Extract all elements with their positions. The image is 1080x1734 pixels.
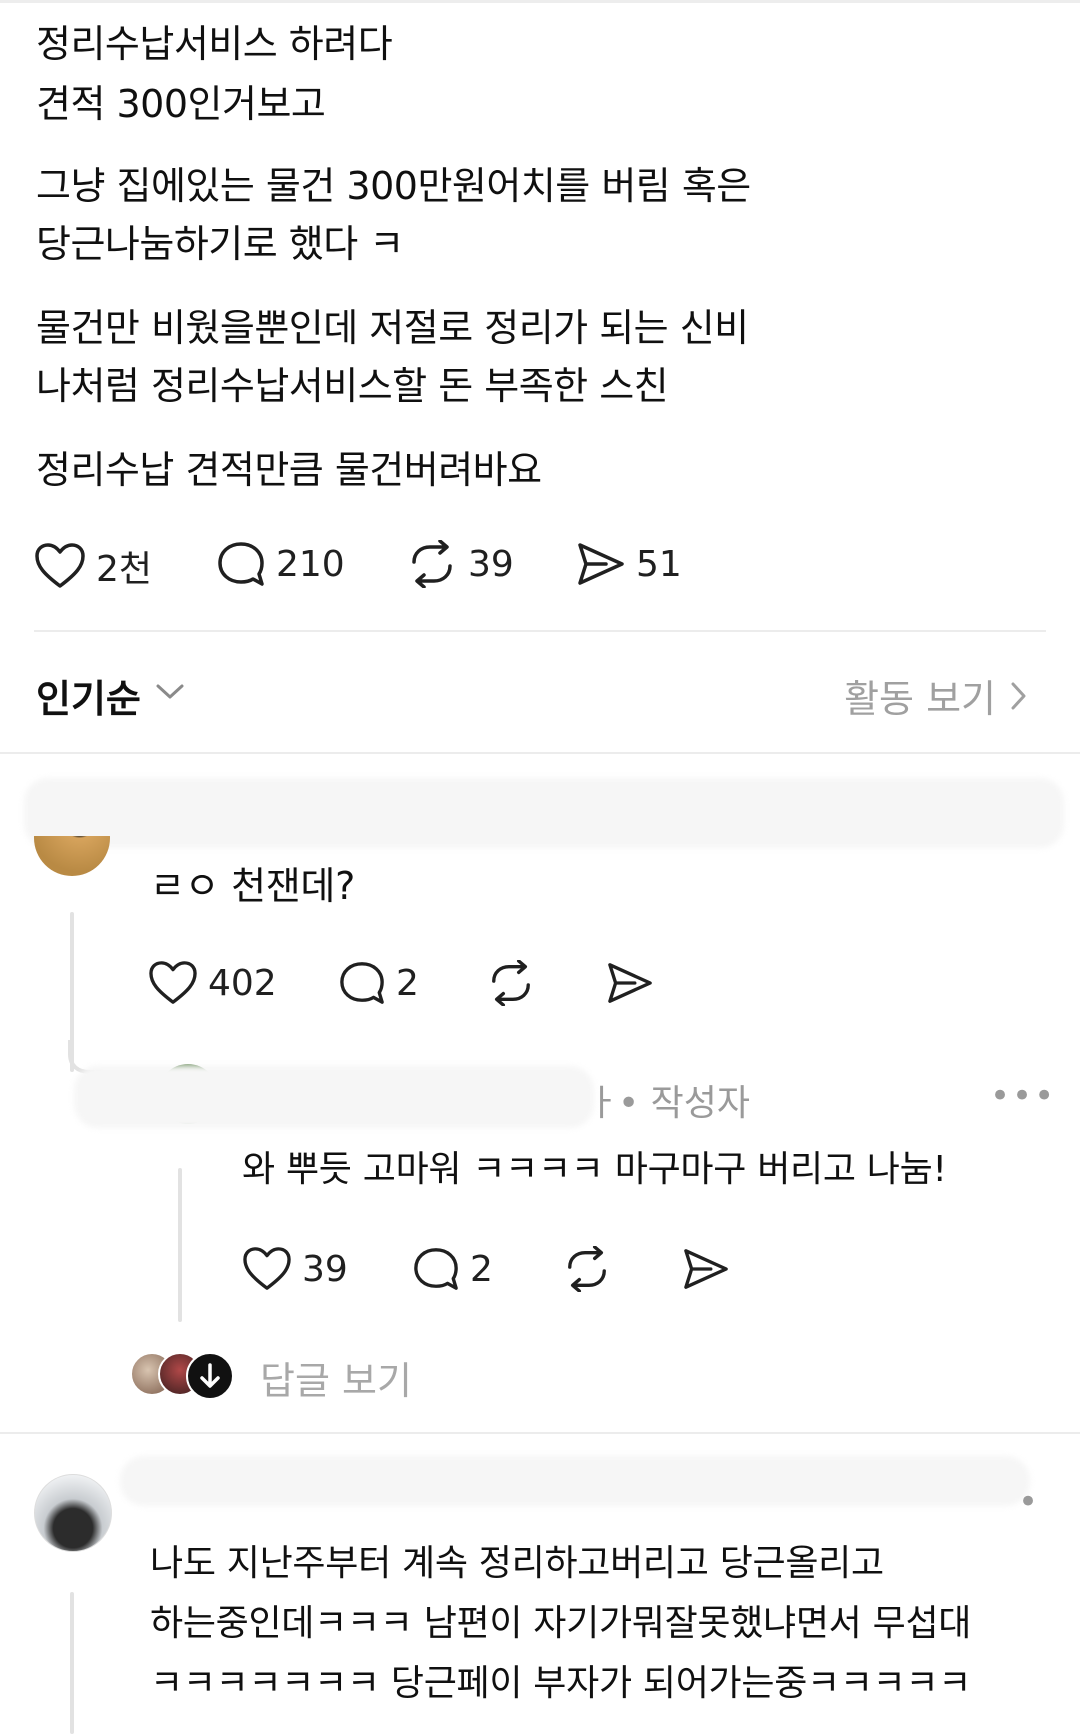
more-options-button[interactable]: ••• — [990, 1076, 1056, 1116]
redacted-author — [24, 778, 1064, 848]
like-count: 402 — [208, 962, 277, 1004]
reply-count: 2 — [396, 962, 419, 1004]
author-badge: • 작성자 — [618, 1083, 751, 1124]
view-activity-label: 활동 보기 — [844, 677, 996, 721]
like-button[interactable]: 39 — [242, 1246, 348, 1292]
redacted-author — [74, 1066, 594, 1128]
send-icon — [578, 543, 624, 585]
like-count: 2천 — [96, 549, 153, 590]
comment-bubble-icon — [340, 962, 384, 1004]
share-button[interactable]: 51 — [576, 540, 682, 588]
heart-icon — [149, 961, 197, 1004]
comment-count: 210 — [276, 543, 345, 585]
comment-button[interactable]: 2 — [338, 960, 419, 1006]
repost-button[interactable] — [486, 960, 536, 1006]
comment-text-line: 하는중인데ㅋㅋㅋ 남편이 자기가뭐잘못했냐면서 무섭대 — [150, 1603, 972, 1644]
reply-count: 2 — [470, 1248, 493, 1290]
post-divider — [34, 630, 1046, 632]
post-text-line: 나처럼 정리수납서비스할 돈 부족한 스친 — [36, 364, 669, 408]
comment-button[interactable]: 2 — [412, 1246, 493, 1292]
reply-text: 와 뿌듯 고마워 ㅋㅋㅋㅋ 마구마구 버리고 나눔! — [242, 1149, 947, 1190]
thread-line — [178, 1168, 182, 1322]
thread-line — [70, 1592, 74, 1734]
section-divider — [0, 1432, 1080, 1434]
send-icon — [684, 1249, 728, 1289]
view-replies-label: 답글 보기 — [260, 1359, 412, 1403]
arrow-down-circle-icon — [186, 1352, 234, 1400]
chevron-down-icon — [156, 684, 184, 699]
heart-icon — [35, 543, 85, 588]
top-edge — [0, 0, 1080, 3]
comment-bubble-icon — [218, 542, 264, 586]
share-button[interactable] — [606, 960, 654, 1006]
like-button[interactable]: 402 — [148, 960, 277, 1006]
comment-text-line: 나도 지난주부터 계속 정리하고버리고 당근올리고 — [150, 1543, 884, 1584]
comment-text-line: ㅋㅋㅋㅋㅋㅋㅋ 당근페이 부자가 되어가는중ㅋㅋㅋㅋㅋ — [150, 1663, 972, 1704]
more-options-button[interactable]: • — [1018, 1482, 1040, 1522]
view-activity-link[interactable]: 활동 보기 — [844, 668, 1028, 723]
comment-text: ㄹㅇ 천잰데? — [150, 864, 355, 908]
comment-button[interactable]: 210 — [216, 540, 345, 588]
avatar[interactable] — [34, 1474, 112, 1552]
share-count: 51 — [636, 543, 682, 585]
post-text-line: 정리수납서비스 하려다 — [36, 22, 393, 66]
repost-icon — [568, 1246, 606, 1292]
author-name-fragment: ㅏ — [586, 1083, 620, 1124]
sort-label: 인기순 — [36, 677, 141, 721]
like-count: 39 — [302, 1248, 348, 1290]
repost-icon — [412, 540, 452, 588]
repost-button[interactable]: 39 — [406, 540, 514, 588]
comment-bubble-icon — [414, 1248, 458, 1290]
post-text-line: 정리수납 견적만큼 물건버려바요 — [36, 448, 542, 492]
post-text-line: 물건만 비웠을뿐인데 저절로 정리가 되는 신비 — [36, 306, 749, 350]
like-button[interactable]: 2천 — [34, 540, 152, 592]
send-icon — [608, 963, 652, 1003]
repost-count: 39 — [468, 543, 514, 585]
post-text-line: 당근나눔하기로 했다 ㅋ — [36, 222, 404, 266]
repost-icon — [492, 960, 530, 1006]
redacted-author — [120, 1456, 1030, 1506]
post-text-line: 견적 300인거보고 — [36, 82, 326, 126]
post-text-line: 그냥 집에있는 물건 300만원어치를 버림 혹은 — [36, 164, 751, 208]
section-divider — [0, 752, 1080, 754]
heart-icon — [243, 1247, 291, 1290]
chevron-right-icon — [1011, 682, 1026, 709]
repost-button[interactable] — [562, 1246, 612, 1292]
share-button[interactable] — [682, 1246, 730, 1292]
